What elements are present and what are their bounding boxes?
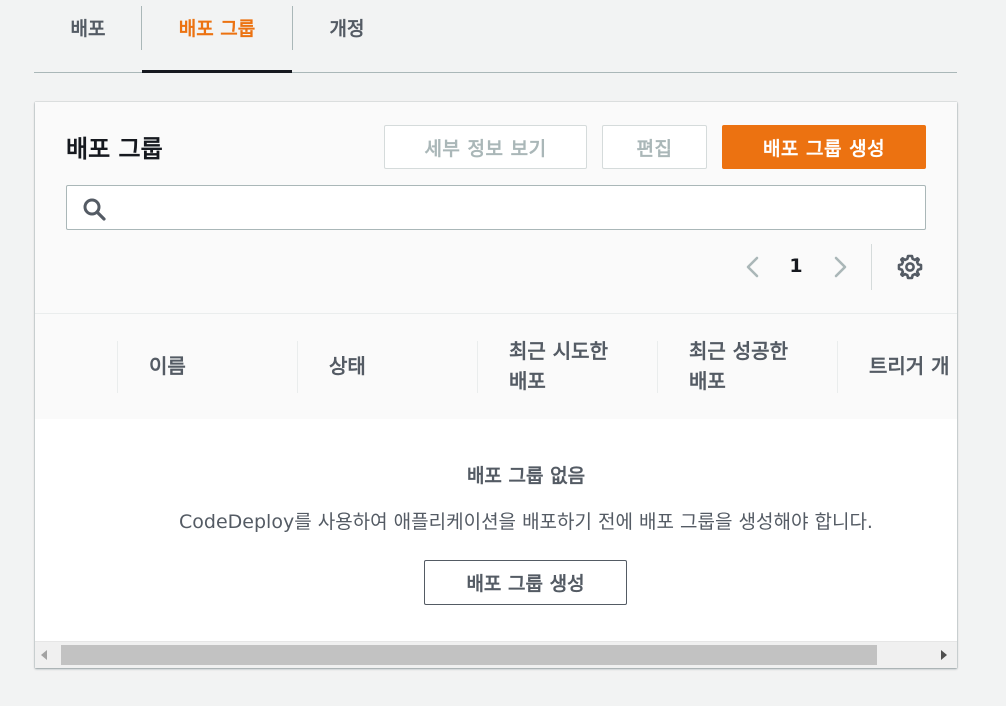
chevron-left-icon[interactable]: [740, 254, 766, 280]
column-header-label: 배포: [689, 369, 726, 393]
current-page-number[interactable]: 1: [787, 255, 805, 277]
table-header: 이름 상태 최근 시도한 배포 최근 성공한 배포 트리거 개: [35, 313, 957, 420]
view-details-button[interactable]: 세부 정보 보기: [384, 125, 587, 169]
search-box: [66, 185, 926, 230]
column-header-label: 최근 성공한: [689, 339, 788, 363]
gear-icon[interactable]: [896, 253, 924, 281]
column-header-status[interactable]: 상태: [297, 314, 477, 418]
tab-revisions[interactable]: 개정: [292, 0, 402, 72]
edit-button[interactable]: 편집: [602, 125, 707, 169]
create-deployment-group-button[interactable]: 배포 그룹 생성: [722, 125, 926, 169]
tab-bar: 배포 배포 그룹 개정: [34, 0, 957, 73]
table-body: 배포 그룹 없음 CodeDeploy를 사용하여 애플리케이션을 배포하기 전…: [35, 419, 957, 641]
scroll-right-arrow-icon[interactable]: [941, 650, 947, 660]
column-header-trigger-count[interactable]: 트리거 개: [837, 314, 957, 418]
search-input[interactable]: [115, 190, 919, 227]
tab-deployment-groups[interactable]: 배포 그룹: [142, 0, 292, 73]
scroll-left-arrow-icon[interactable]: [41, 650, 47, 660]
scrollbar-thumb[interactable]: [61, 645, 877, 665]
column-header-last-successful-deployment[interactable]: 최근 성공한 배포: [657, 314, 837, 418]
deployment-groups-panel: 배포 그룹 세부 정보 보기 편집 배포 그룹 생성 1 이름 상태 최근 시도…: [35, 102, 957, 668]
column-header-label: 트리거 개: [869, 354, 950, 378]
column-header-label: 이름: [149, 354, 186, 378]
empty-state-description: CodeDeploy를 사용하여 애플리케이션을 배포하기 전에 배포 그룹을 …: [179, 511, 873, 533]
column-header-label: 최근 시도한: [509, 339, 608, 363]
search-icon: [83, 198, 106, 221]
horizontal-scrollbar[interactable]: [35, 641, 957, 668]
chevron-right-icon[interactable]: [827, 254, 853, 280]
column-header-last-attempted-deployment[interactable]: 최근 시도한 배포: [477, 314, 657, 418]
column-header-label: 배포: [509, 369, 546, 393]
tab-deployments[interactable]: 배포: [34, 0, 142, 72]
panel-title: 배포 그룹: [66, 135, 163, 163]
column-header-name[interactable]: 이름: [117, 314, 297, 418]
empty-state-create-button[interactable]: 배포 그룹 생성: [424, 560, 627, 605]
empty-state-title: 배포 그룹 없음: [466, 465, 586, 487]
pagination-divider: [871, 244, 872, 290]
column-header-label: 상태: [329, 354, 366, 378]
